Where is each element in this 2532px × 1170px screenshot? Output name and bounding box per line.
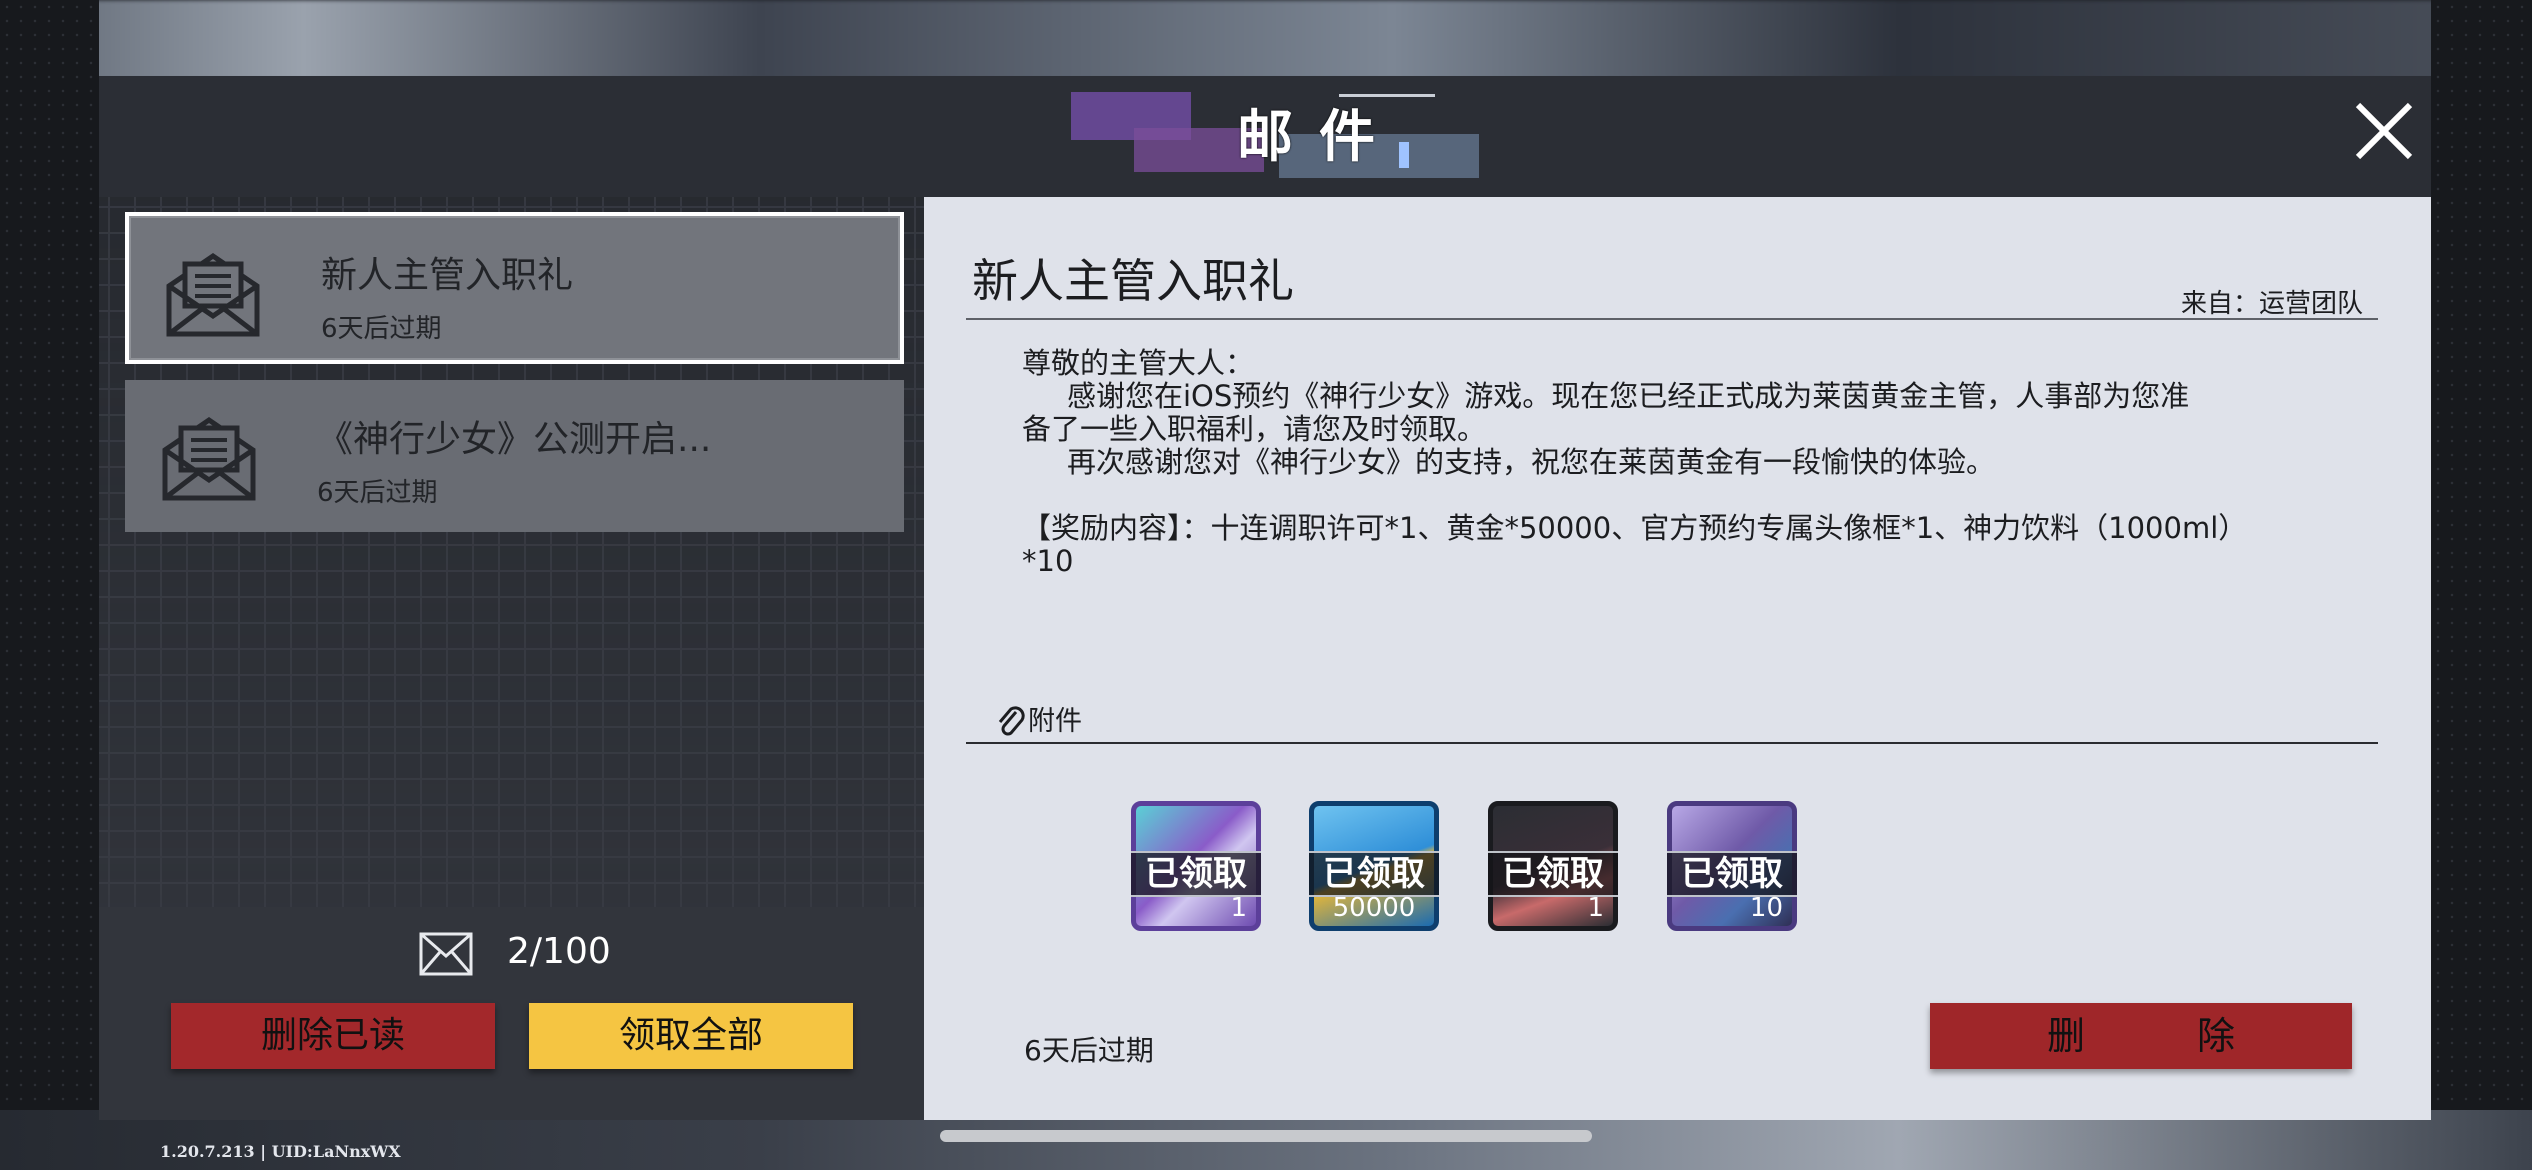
background-left: [0, 0, 99, 1170]
mail-list-item[interactable]: 《神行少女》公测开启... 6天后过期: [125, 380, 904, 532]
claimed-label: 已领取: [1309, 851, 1439, 897]
mail-detail-panel: 新人主管入职礼 来自：运营团队 尊敬的主管大人： 感谢您在iOS预约《神行少女》…: [924, 197, 2431, 1120]
mail-greeting: 尊敬的主管大人：: [1022, 346, 1255, 380]
delete-button[interactable]: 删 除: [1930, 1003, 2352, 1069]
item-quantity: 10: [1749, 893, 1783, 923]
item-quantity: 50000: [1332, 893, 1416, 923]
delete-read-button[interactable]: 删除已读: [171, 1003, 495, 1069]
attachment-item[interactable]: 已领取 10: [1667, 801, 1797, 931]
mail-paragraph: 感谢您在iOS预约《神行少女》游戏。现在您已经正式成为莱茵黄金主管，人事部为您准: [1067, 379, 2190, 413]
mail-list-footer: 2/100 删除已读 领取全部: [99, 907, 924, 1120]
mail-expire: 6天后过期: [321, 314, 442, 344]
mail-title: 《神行少女》公测开启...: [317, 419, 712, 460]
close-button[interactable]: [2349, 96, 2419, 166]
mail-list-item[interactable]: 新人主管入职礼 6天后过期: [125, 212, 904, 364]
mail-expire: 6天后过期: [317, 478, 438, 508]
attachment-label: 附件: [1028, 706, 1082, 737]
item-quantity: 1: [1230, 893, 1247, 923]
mail-list-panel: 新人主管入职礼 6天后过期 《神行少女》公测开启... 6天后过期 2/100 …: [99, 197, 924, 1120]
mail-sender: 来自：运营团队: [2180, 289, 2363, 319]
attachment-item[interactable]: 已领取 1: [1131, 801, 1261, 931]
close-icon: [2355, 102, 2413, 160]
background-right: [2431, 0, 2532, 1170]
mail-expire: 6天后过期: [1024, 1034, 1154, 1067]
paperclip-icon: [998, 705, 1025, 735]
mail-count-icon: [419, 932, 473, 976]
mail-paragraph: 再次感谢您对《神行少女》的支持，祝您在莱茵黄金有一段愉快的体验。: [1067, 445, 1996, 479]
envelope-open-icon: [162, 416, 256, 501]
claimed-label: 已领取: [1131, 851, 1261, 897]
envelope-open-icon: [166, 252, 260, 337]
mail-detail-title: 新人主管入职礼: [972, 254, 1294, 308]
mail-rewards-text: *10: [1022, 544, 1074, 578]
item-quantity: 1: [1587, 893, 1604, 923]
mail-paragraph: 备了一些入职福利，请您及时领取。: [1022, 412, 1487, 446]
home-indicator[interactable]: [940, 1130, 1592, 1142]
attachment-item[interactable]: 已领取 50000: [1309, 801, 1439, 931]
mail-rewards-text: 【奖励内容】：十连调职许可*1、黄金*50000、官方预约专属头像框*1、神力饮…: [1022, 511, 2248, 545]
background-top: [0, 0, 2532, 80]
page-title: 邮件: [1237, 104, 1401, 170]
divider: [966, 318, 2378, 320]
mail-header: 邮件: [99, 76, 2431, 197]
claimed-label: 已领取: [1667, 851, 1797, 897]
version-label: 1.20.7.213 | UID:LaNnxWX: [160, 1142, 401, 1161]
mail-title: 新人主管入职礼: [321, 255, 574, 296]
divider: [966, 742, 2378, 744]
mail-count: 2/100: [507, 931, 611, 972]
attachment-heading: 附件: [996, 699, 1082, 740]
claimed-label: 已领取: [1488, 851, 1618, 897]
mail-window: 邮件 新人主管入职礼 6天后过期 《神行少女》公测开启... 6天后过期 2/1…: [99, 76, 2431, 1120]
attachment-item[interactable]: 已领取 1: [1488, 801, 1618, 931]
claim-all-button[interactable]: 领取全部: [529, 1003, 853, 1069]
mail-body: 尊敬的主管大人： 感谢您在iOS预约《神行少女》游戏。现在您已经正式成为莱茵黄金…: [1022, 347, 2382, 578]
